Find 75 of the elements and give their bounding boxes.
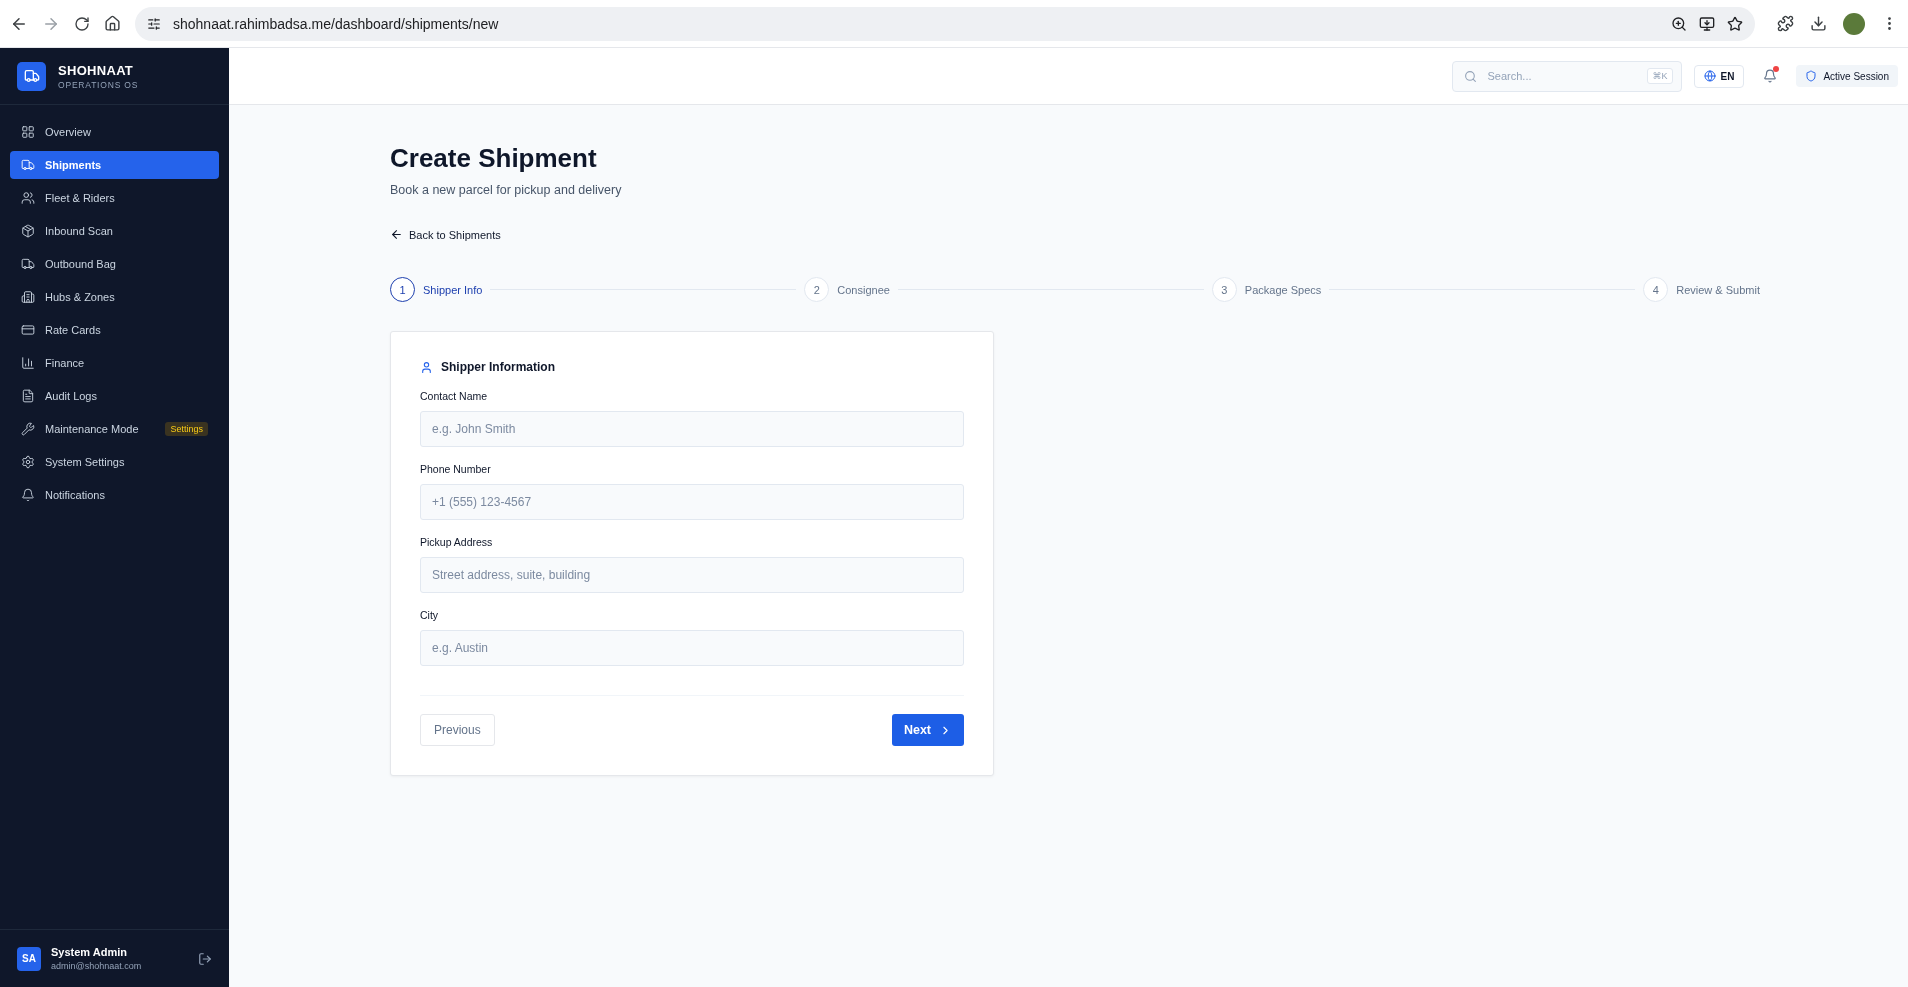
nav-item[interactable]: Fleet & Riders xyxy=(10,184,219,212)
input-field[interactable]: +1 (555) 123-4567 xyxy=(420,484,964,520)
bookmark-star-icon[interactable] xyxy=(1727,15,1743,32)
language-button[interactable]: EN xyxy=(1693,64,1745,88)
session-status: Active Session xyxy=(1796,65,1898,87)
nav-item[interactable]: Rate Cards xyxy=(10,316,219,344)
site-settings-icon[interactable] xyxy=(147,16,161,31)
profile-avatar[interactable] xyxy=(1843,12,1865,35)
nav-item[interactable]: Audit Logs xyxy=(10,382,219,410)
search-field[interactable]: Search... xyxy=(1485,69,1639,83)
input-field[interactable]: e.g. Austin xyxy=(420,630,964,666)
user-email: admin@shohnaat.com xyxy=(51,961,143,971)
install-icon[interactable] xyxy=(1699,15,1715,32)
field-label: Phone Number xyxy=(420,463,492,475)
brand-tagline: OPERATIONS OS xyxy=(58,79,139,90)
page-title: Create Shipment xyxy=(390,143,598,174)
bar-chart-icon xyxy=(21,356,35,370)
brand-name: SHOHNAAT xyxy=(58,62,135,78)
nav-item[interactable]: Finance xyxy=(10,349,219,377)
page-subtitle: Book a new parcel for pickup and delivery xyxy=(390,183,623,197)
step-label[interactable]: 3 Package Specs xyxy=(1211,277,1322,302)
step-number: 1 xyxy=(390,277,415,302)
shield-icon xyxy=(1805,70,1818,82)
settings-icon xyxy=(21,455,35,469)
nav-item[interactable]: System Settings xyxy=(10,448,219,476)
person-icon xyxy=(420,360,433,374)
logout-icon[interactable] xyxy=(198,951,212,966)
nav-item[interactable]: Hubs & Zones xyxy=(10,283,219,311)
nav-item[interactable]: Shipments xyxy=(10,151,219,179)
field-label: Contact Name xyxy=(420,390,489,402)
truck-icon xyxy=(21,158,35,172)
reload-icon[interactable] xyxy=(74,15,90,32)
step-number: 4 xyxy=(1643,277,1669,302)
step-number: 3 xyxy=(1211,277,1237,302)
search-icon xyxy=(1463,69,1477,83)
user-name: System Admin xyxy=(51,946,128,958)
shortcut-hint: ⌘K xyxy=(1647,68,1673,84)
back-link[interactable]: Back to Shipments xyxy=(390,228,501,241)
next-button[interactable]: Next xyxy=(891,714,964,746)
form-title: Shipper Information xyxy=(441,360,555,374)
step-label[interactable]: 4 Review & Submit xyxy=(1643,277,1760,302)
box-icon xyxy=(21,224,35,238)
document-icon xyxy=(21,389,35,403)
building-icon xyxy=(21,290,35,304)
globe-icon xyxy=(1703,70,1716,82)
settings-tag: Settings xyxy=(165,422,208,436)
truck-icon xyxy=(21,257,35,271)
grid-icon xyxy=(21,125,35,139)
users-icon xyxy=(21,191,35,205)
input-field[interactable]: e.g. John Smith xyxy=(420,411,964,447)
nav-item[interactable]: Outbound Bag xyxy=(10,250,219,278)
user-avatar: SA xyxy=(17,946,41,971)
bell-icon xyxy=(21,488,35,502)
nav-item[interactable]: Maintenance Mode Settings xyxy=(10,415,219,443)
step-label[interactable]: 2 Consignee xyxy=(804,277,890,302)
nav-item[interactable]: Notifications xyxy=(10,481,219,509)
wrench-icon xyxy=(21,422,35,436)
extensions-icon[interactable] xyxy=(1777,15,1794,32)
address-bar[interactable]: shohnaat.rahimbadsa.me/dashboard/shipments/new xyxy=(135,6,1755,41)
nav-item[interactable]: Overview xyxy=(10,118,219,146)
step-label[interactable]: 1 Shipper Info xyxy=(390,277,483,302)
download-icon[interactable] xyxy=(1810,15,1827,32)
logo-icon xyxy=(17,61,46,91)
previous-button[interactable]: Previous xyxy=(420,714,495,746)
nav-item[interactable]: Inbound Scan xyxy=(10,217,219,245)
input-field[interactable]: Street address, suite, building xyxy=(420,557,964,593)
url-text: shohnaat.rahimbadsa.me/dashboard/shipments/new xyxy=(173,15,500,32)
card-icon xyxy=(21,323,35,337)
zoom-icon[interactable] xyxy=(1671,15,1687,32)
home-icon[interactable] xyxy=(104,15,121,32)
field-label: City xyxy=(420,609,440,621)
step-number: 2 xyxy=(804,277,830,302)
notification-bell-icon[interactable] xyxy=(1763,69,1778,83)
field-label: Pickup Address xyxy=(420,536,494,548)
arrow-left-icon xyxy=(390,228,403,241)
